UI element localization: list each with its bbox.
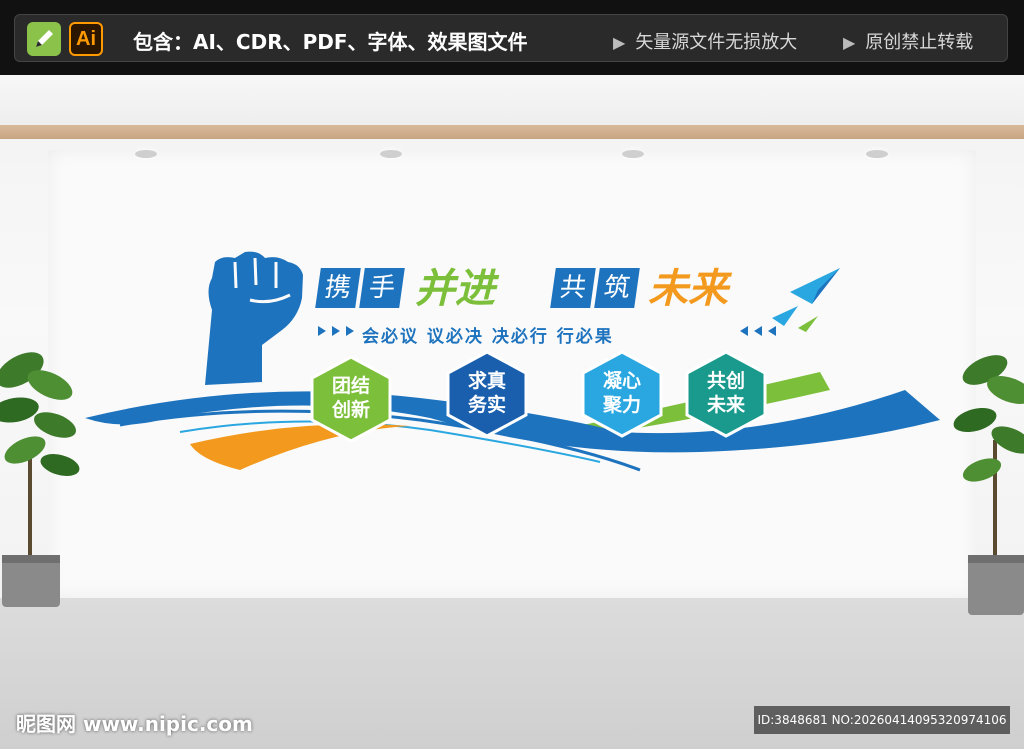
headline-big-2: 未来 [648, 266, 728, 312]
headline-big-1: 并进 [415, 266, 495, 312]
arrow-left-icons [318, 326, 354, 336]
hex-label-unite: 凝心 聚力 [602, 370, 641, 416]
image-id: ID:3848681 NO:20260414095320974106 [754, 706, 1010, 734]
headline-char-3: 共 [550, 268, 596, 308]
subline: 会必议 议必决 决必行 行必果 [362, 327, 614, 347]
hex-label-future: 共创 未来 [706, 370, 745, 416]
orange-swoosh [190, 424, 410, 470]
headline-char-4: 筑 [594, 268, 640, 308]
paper-plane-icon [772, 268, 840, 332]
arrow-right-icons [740, 326, 776, 336]
watermark: 昵图网 www.nipic.com [16, 712, 253, 736]
screenshot-stage: Ai 包含：AI、CDR、PDF、字体、效果图文件 ▶ 矢量源文件无损放大 ▶ 原创… [0, 0, 1024, 749]
fist-icon [205, 251, 303, 385]
plant-left [0, 352, 80, 607]
headline-char-1: 携 [315, 268, 361, 308]
hex-label-unity: 团结 创新 [331, 375, 370, 421]
plant-right [953, 355, 1024, 615]
hex-label-truth: 求真 务实 [467, 370, 506, 416]
headline-char-2: 手 [359, 268, 405, 308]
